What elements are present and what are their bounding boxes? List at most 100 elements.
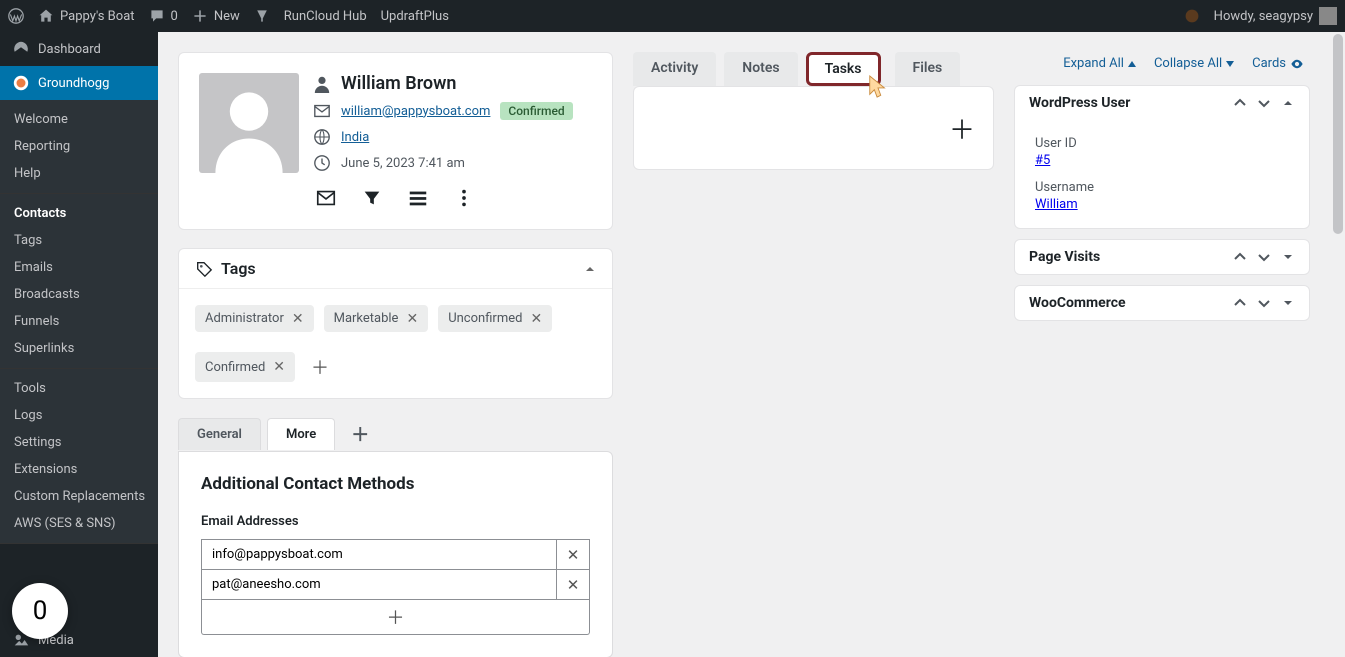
panel-page-visits: Page Visits: [1014, 239, 1310, 275]
submenu-tools[interactable]: Tools: [0, 375, 158, 402]
toggle-panel-icon[interactable]: [1281, 250, 1295, 264]
vertical-scrollbar[interactable]: [1330, 32, 1345, 657]
submenu-help[interactable]: Help: [0, 160, 158, 187]
meta-panel-controls: Expand All Collapse All Cards: [1014, 52, 1310, 75]
toggle-panel-icon[interactable]: [1281, 296, 1295, 310]
add-email-button[interactable]: ＋: [201, 600, 590, 635]
submenu-funnels[interactable]: Funnels: [0, 308, 158, 335]
move-down-icon[interactable]: [1257, 250, 1271, 264]
site-name-link[interactable]: Pappy's Boat: [38, 8, 135, 24]
tab-activity[interactable]: Activity: [633, 52, 716, 86]
submenu-aws[interactable]: AWS (SES & SNS): [0, 510, 158, 537]
submenu-custom[interactable]: Custom Replacements: [0, 483, 158, 510]
move-down-icon[interactable]: [1257, 296, 1271, 310]
tab-notes[interactable]: Notes: [724, 52, 797, 86]
filter-icon[interactable]: [361, 187, 383, 209]
panel-title: WooCommerce: [1029, 295, 1126, 311]
remove-tag-icon[interactable]: ✕: [273, 360, 285, 374]
mail-icon: [313, 102, 331, 120]
contact-country-link[interactable]: India: [341, 130, 369, 145]
move-down-icon[interactable]: [1257, 96, 1271, 110]
submenu-emails[interactable]: Emails: [0, 254, 158, 281]
howdy-link[interactable]: Howdy, seagypsy: [1214, 7, 1337, 25]
additional-heading: Additional Contact Methods: [201, 474, 590, 494]
add-tag-button[interactable]: ＋: [305, 352, 335, 382]
expand-all-button[interactable]: Expand All: [1063, 56, 1136, 71]
remove-tag-icon[interactable]: ✕: [292, 312, 304, 326]
panel-woocommerce: WooCommerce: [1014, 285, 1310, 321]
tag-icon: [195, 260, 213, 278]
tab-more[interactable]: More: [267, 418, 335, 450]
move-up-icon[interactable]: [1233, 250, 1247, 264]
submenu-tags[interactable]: Tags: [0, 227, 158, 254]
contact-created: June 5, 2023 7:41 am: [341, 156, 465, 171]
remove-tag-icon[interactable]: ✕: [406, 312, 418, 326]
submenu-settings[interactable]: Settings: [0, 429, 158, 456]
add-task-button[interactable]: ＋: [949, 110, 975, 147]
contact-header-card: William Brown william@pappysboat.com Con…: [178, 52, 613, 230]
new-label: New: [214, 9, 240, 24]
yoast-icon[interactable]: [254, 8, 270, 24]
toggle-panel-icon[interactable]: [1281, 96, 1295, 110]
compose-email-icon[interactable]: [315, 187, 337, 209]
submenu-welcome[interactable]: Welcome: [0, 106, 158, 133]
updraft-link[interactable]: UpdraftPlus: [381, 9, 449, 24]
add-tab-button[interactable]: ＋: [341, 417, 379, 451]
remove-email-button[interactable]: ✕: [556, 539, 590, 570]
scrollbar-thumb[interactable]: [1333, 34, 1343, 234]
groundhogg-label: Groundhogg: [38, 76, 109, 91]
menu-groundhogg[interactable]: Groundhogg: [0, 66, 158, 100]
panel-title: Page Visits: [1029, 249, 1100, 265]
remove-tag-icon[interactable]: ✕: [530, 312, 542, 326]
tags-card: Tags Administrator✕ Marketable✕ Unconfir…: [178, 248, 613, 399]
comments-count: 0: [171, 9, 178, 24]
activity-tabs: Activity Notes Tasks Files: [633, 52, 994, 86]
username-label: Username: [1035, 180, 1289, 195]
cards-visibility-button[interactable]: Cards: [1252, 56, 1304, 71]
tag-chip: Confirmed✕: [195, 352, 295, 382]
menu-dashboard[interactable]: Dashboard: [0, 32, 158, 66]
move-up-icon[interactable]: [1233, 296, 1247, 310]
tab-files[interactable]: Files: [895, 52, 961, 86]
tab-general[interactable]: General: [178, 418, 261, 450]
status-badge: Confirmed: [500, 102, 572, 120]
groundhogg-badge-icon[interactable]: [1184, 8, 1200, 24]
dashboard-label: Dashboard: [38, 42, 101, 57]
tag-chip: Administrator✕: [195, 305, 314, 332]
person-icon: [313, 75, 331, 93]
new-link[interactable]: New: [192, 8, 240, 24]
collapse-caret-icon[interactable]: [584, 263, 596, 275]
collapse-all-button[interactable]: Collapse All: [1154, 56, 1234, 71]
submenu-superlinks[interactable]: Superlinks: [0, 335, 158, 362]
move-up-icon[interactable]: [1233, 96, 1247, 110]
rows-icon[interactable]: [407, 187, 429, 209]
userid-label: User ID: [1035, 136, 1289, 151]
tasks-body: ＋: [633, 86, 994, 170]
username-link[interactable]: William: [1035, 197, 1078, 212]
groundhogg-submenu: Welcome Reporting Help: [0, 100, 158, 193]
wp-logo[interactable]: [8, 8, 24, 24]
globe-icon: [313, 128, 331, 146]
runcloud-link[interactable]: RunCloud Hub: [284, 9, 367, 24]
contact-avatar: [199, 73, 299, 173]
contact-email-link[interactable]: william@pappysboat.com: [341, 104, 490, 119]
additional-email-input-0[interactable]: [201, 539, 556, 570]
submenu-reporting[interactable]: Reporting: [0, 133, 158, 160]
comments-link[interactable]: 0: [149, 8, 178, 24]
submenu-extensions[interactable]: Extensions: [0, 456, 158, 483]
site-name: Pappy's Boat: [60, 9, 135, 24]
more-icon[interactable]: [453, 187, 475, 209]
clock-icon: [313, 154, 331, 172]
submenu-broadcasts[interactable]: Broadcasts: [0, 281, 158, 308]
remove-email-button[interactable]: ✕: [556, 570, 590, 600]
userid-link[interactable]: #5: [1035, 153, 1050, 168]
tag-chip: Marketable✕: [324, 305, 429, 332]
submenu-contacts[interactable]: Contacts: [0, 200, 158, 227]
fab-button[interactable]: 0: [12, 583, 68, 639]
submenu-logs[interactable]: Logs: [0, 402, 158, 429]
user-avatar-icon: [1319, 7, 1337, 25]
groundhogg-submenu-3: Tools Logs Settings Extensions Custom Re…: [0, 369, 158, 543]
tag-chip: Unconfirmed✕: [438, 305, 552, 332]
panel-wordpress-user: WordPress User User ID #5 Username Willi…: [1014, 85, 1310, 229]
additional-email-input-1[interactable]: [201, 570, 556, 600]
